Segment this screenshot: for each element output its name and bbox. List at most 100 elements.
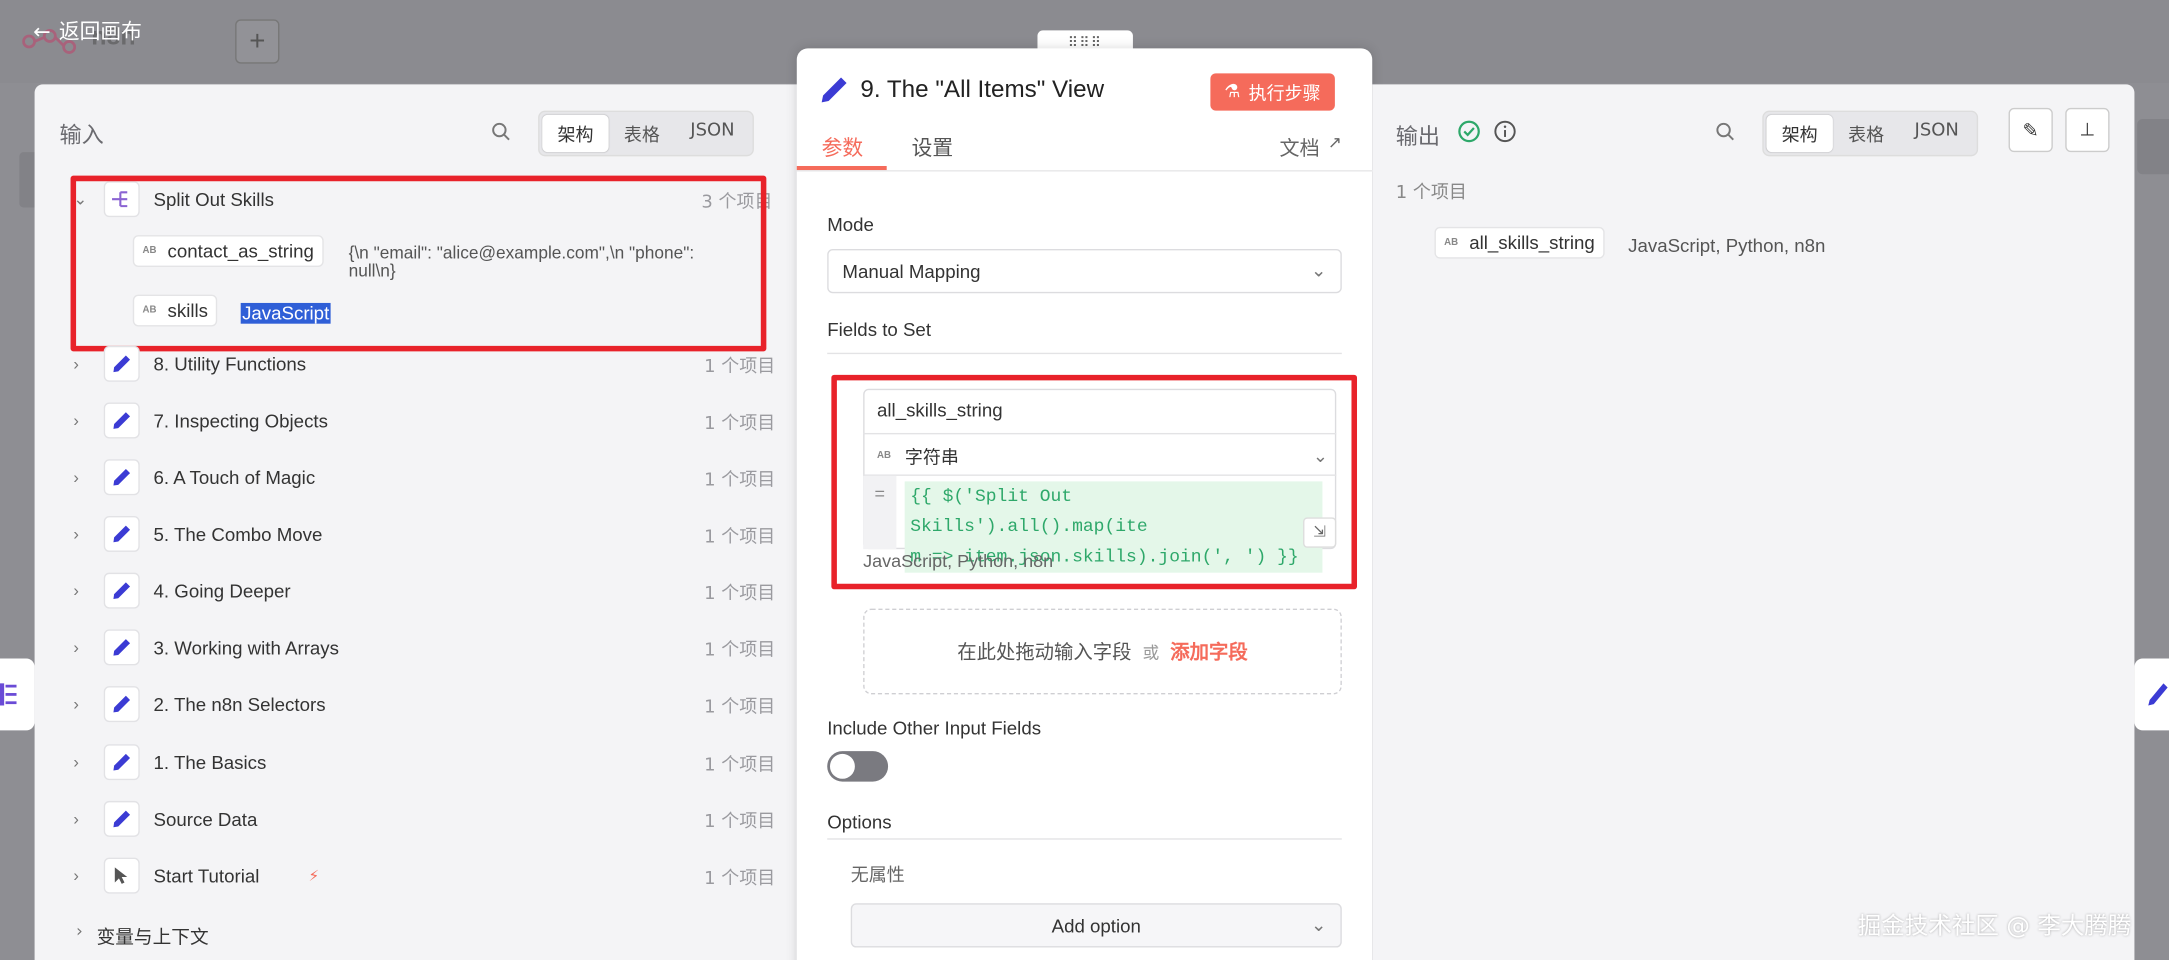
tab-settings[interactable]: 设置: [912, 133, 954, 162]
highlight-box: [831, 374, 1358, 590]
node-label: 5. The Combo Move: [153, 523, 323, 545]
chevron-right-icon: ›: [73, 752, 79, 772]
node-label: 1. The Basics: [153, 751, 267, 773]
input-node-row[interactable]: › Source Data 1 个项目: [35, 791, 782, 846]
back-label: 返回画布: [58, 19, 142, 45]
chevron-right-icon: ›: [76, 921, 83, 941]
node-label: 4. Going Deeper: [153, 580, 291, 602]
input-node-row[interactable]: › 7. Inspecting Objects 1 个项目: [35, 393, 782, 448]
arrow-left-icon: ←: [33, 18, 51, 44]
pencil-icon: [2148, 683, 2168, 706]
pencil-icon: [103, 572, 140, 609]
edit-output-button[interactable]: ✎: [2008, 107, 2053, 153]
external-link-icon: ↗: [1327, 132, 1342, 153]
tab-table[interactable]: 表格: [1833, 115, 1899, 152]
docs-link[interactable]: 文档 ↗: [1280, 133, 1342, 162]
input-node-row[interactable]: › 3. Working with Arrays 1 个项目: [35, 620, 782, 675]
node-label: 6. A Touch of Magic: [153, 466, 316, 488]
drop-zone[interactable]: 在此处拖动输入字段 或 添加字段: [863, 608, 1342, 695]
variables-context-row[interactable]: › 变量与上下文: [76, 921, 209, 949]
chevron-right-icon: ›: [73, 865, 79, 886]
node-title[interactable]: 9. The "All Items" View: [860, 75, 1104, 104]
node-label: 8. Utility Functions: [153, 353, 307, 375]
node-label: 3. Working with Arrays: [153, 637, 339, 658]
info-icon[interactable]: [1494, 120, 1516, 143]
chevron-right-icon: ›: [73, 580, 79, 601]
canvas-ghost-node: [2137, 118, 2169, 175]
pencil-icon: [103, 515, 140, 552]
node-label: Source Data: [153, 808, 258, 830]
item-count: 1 个项目: [704, 811, 776, 833]
input-node-row[interactable]: › Start Tutorial ⚡ 1 个项目: [35, 848, 782, 903]
pencil-icon: [103, 345, 140, 382]
node-label: Start Tutorial: [153, 865, 260, 887]
tab-parameters[interactable]: 参数: [822, 133, 864, 162]
tab-table[interactable]: 表格: [609, 115, 675, 152]
output-panel-title: 输出: [1395, 123, 1441, 150]
flask-icon: ⚗: [1224, 81, 1241, 103]
tab-schema[interactable]: 架构: [1766, 114, 1833, 153]
mode-select[interactable]: Manual Mapping ⌄: [827, 248, 1342, 294]
back-to-canvas-link[interactable]: ← 返回画布: [33, 17, 142, 46]
input-node-row[interactable]: › 6. A Touch of Magic 1 个项目: [35, 450, 782, 505]
item-count: 1 个项目: [704, 754, 776, 776]
chevron-right-icon: ›: [73, 809, 79, 829]
include-other-toggle[interactable]: [827, 751, 889, 782]
add-field-link[interactable]: 添加字段: [1170, 638, 1247, 666]
tab-schema[interactable]: 架构: [542, 114, 609, 153]
input-node-row[interactable]: › 4. Going Deeper 1 个项目: [35, 563, 782, 618]
execute-step-button[interactable]: ⚗ 执行步骤: [1210, 73, 1335, 111]
or-label: 或: [1142, 642, 1160, 662]
pin-data-button[interactable]: ⊥: [2065, 107, 2110, 153]
output-item-count: 1 个项目: [1395, 182, 1467, 204]
input-panel-title: 输入: [59, 121, 104, 149]
success-check-icon: [1458, 120, 1480, 143]
input-node-row[interactable]: › 5. The Combo Move 1 个项目: [35, 506, 782, 561]
item-count: 1 个项目: [704, 583, 776, 604]
pencil-icon: [103, 629, 140, 666]
output-field-all-skills-string[interactable]: AB all_skills_string: [1434, 226, 1605, 259]
pencil-icon: [821, 77, 847, 103]
search-icon[interactable]: [1715, 122, 1734, 141]
pencil-icon: [103, 402, 140, 439]
chevron-right-icon: ›: [73, 694, 79, 714]
pin-icon: ⊥: [2079, 118, 2096, 140]
pencil-icon: [103, 686, 140, 723]
variables-label: 变量与上下文: [96, 926, 209, 949]
item-count: 1 个项目: [704, 526, 776, 548]
tab-json[interactable]: JSON: [675, 115, 750, 152]
pencil-icon: [103, 459, 140, 496]
divider: [827, 838, 1342, 840]
divider: [796, 170, 1373, 172]
divider: [827, 352, 1342, 355]
watermark: 掘金技术社区 @ 李大腾腾: [1857, 912, 2132, 941]
options-label: Options: [827, 811, 892, 833]
add-option-select[interactable]: Add option ⌄: [850, 903, 1342, 948]
search-icon[interactable]: [491, 122, 510, 141]
output-panel: [1372, 84, 2135, 960]
output-view-tabs: 架构 表格 JSON: [1762, 110, 1979, 157]
chevron-down-icon: ⌄: [1310, 914, 1327, 936]
item-count: 1 个项目: [704, 868, 776, 889]
input-node-row[interactable]: › 8. Utility Functions 1 个项目: [35, 336, 782, 391]
chevron-right-icon: ›: [73, 467, 79, 487]
prev-node-tab[interactable]: [0, 658, 35, 731]
item-count: 1 个项目: [704, 469, 776, 491]
trigger-bolt-icon: ⚡: [308, 868, 320, 885]
mode-label: Mode: [827, 214, 874, 236]
item-count: 1 个项目: [704, 639, 776, 661]
tab-json[interactable]: JSON: [1899, 115, 1974, 152]
include-other-label: Include Other Input Fields: [827, 717, 1042, 739]
node-label: 2. The n8n Selectors: [153, 693, 326, 715]
cursor-icon: [103, 857, 140, 894]
list-icon: [0, 683, 17, 706]
chevron-down-icon: ⌄: [1310, 260, 1327, 281]
drop-hint: 在此处拖动输入字段: [957, 641, 1132, 664]
highlight-box: [70, 175, 767, 352]
pencil-icon: [103, 744, 140, 781]
input-node-row[interactable]: › 2. The n8n Selectors 1 个项目: [35, 676, 782, 731]
add-node-button[interactable]: +: [235, 19, 280, 64]
field-name: all_skills_string: [1469, 232, 1595, 254]
next-node-tab[interactable]: [2134, 658, 2169, 731]
input-node-row[interactable]: › 1. The Basics 1 个项目: [35, 735, 782, 790]
